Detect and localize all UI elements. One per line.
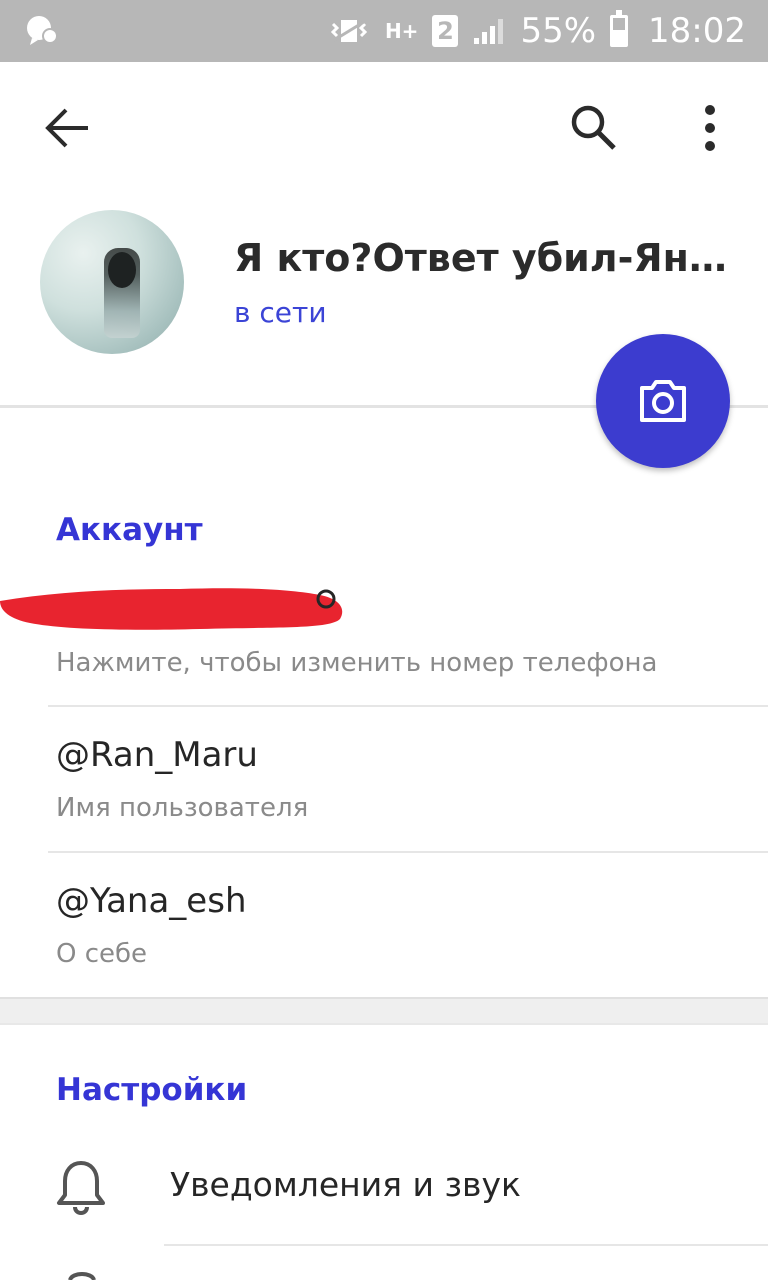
row-divider [164,1244,768,1246]
username-value[interactable]: @Ran_Maru [56,735,258,775]
row-divider [48,851,768,853]
avatar[interactable] [40,210,184,354]
clock: 18:02 [648,11,746,51]
section-separator [0,997,768,1025]
more-vert-icon[interactable] [690,100,730,156]
bio-value[interactable]: @Yana_esh [56,881,247,921]
profile-name: Я кто?Ответ убил-Ян… [234,236,727,280]
status-bar: H+ 2 55% 18:02 [0,0,768,62]
search-icon[interactable] [566,100,622,156]
settings-item-notifications[interactable]: Уведомления и звук [170,1165,521,1204]
avatar-head [108,252,136,288]
phone-number-hint[interactable]: Нажмите, чтобы изменить номер телефона [56,648,657,678]
top-app-bar [0,62,768,192]
redaction-mark [0,588,343,630]
row-divider [48,705,768,707]
sim-slot-badge: 2 [432,15,459,47]
chat-notification-icon [27,16,58,45]
set-photo-button[interactable] [596,334,730,468]
battery-percent: 55% [520,11,597,51]
signal-icon [474,19,504,44]
online-status: в сети [234,296,327,329]
section-header-settings: Настройки [56,1072,248,1108]
battery-icon [610,10,629,47]
camera-icon [640,380,686,422]
username-hint: Имя пользователя [56,793,309,823]
vibrate-icon [330,18,368,44]
back-arrow-icon[interactable] [40,102,96,154]
next-settings-icon [68,1272,96,1280]
bio-hint: О себе [56,939,148,969]
bell-icon [57,1161,105,1215]
section-header-account: Аккаунт [56,512,203,548]
network-type: H+ [384,19,419,43]
